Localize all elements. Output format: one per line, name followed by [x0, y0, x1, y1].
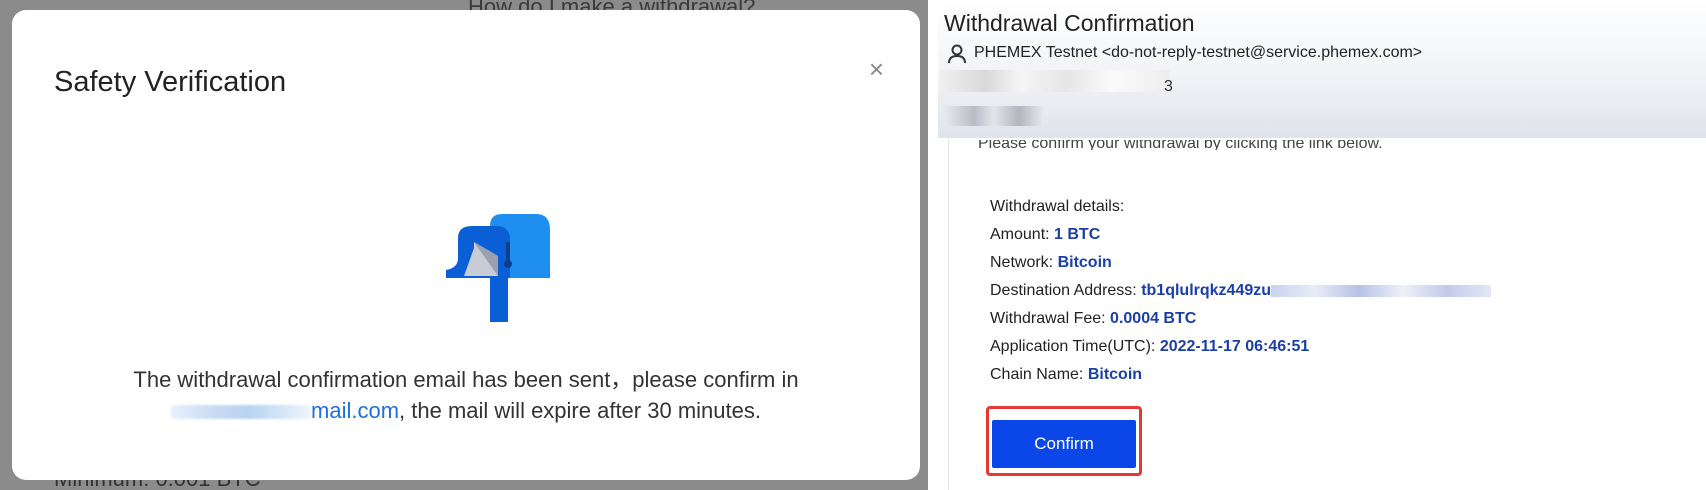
- modal-title: Safety Verification: [54, 66, 287, 98]
- safety-verification-modal: Safety Verification × The withdrawal con…: [12, 10, 920, 480]
- detail-application-time: Application Time(UTC): 2022-11-17 06:46:…: [990, 338, 1310, 355]
- confirm-button[interactable]: Confirm: [992, 420, 1136, 468]
- redacted-blur: [944, 106, 1044, 126]
- confirmation-message-line2: mail.com, the mail will expire after 30 …: [12, 398, 920, 424]
- detail-destination-address: Destination Address: tb1qlulrqkz449zu: [990, 282, 1492, 300]
- email-panel: Withdrawal Confirmation PHEMEX Testnet <…: [938, 0, 1706, 490]
- date-fragment: 3: [1164, 78, 1173, 95]
- email-intro: Please confirm your withdrawal by clicki…: [978, 140, 1383, 150]
- email-sender: PHEMEX Testnet <do-not-reply-testnet@ser…: [974, 44, 1423, 61]
- detail-chain-name: Chain Name: Bitcoin: [990, 366, 1143, 383]
- mailbox-icon: [446, 214, 550, 322]
- expiry-text: , the mail will expire after 30 minutes.: [399, 398, 761, 423]
- person-icon: [948, 44, 966, 64]
- redacted-email-blur: [171, 405, 312, 420]
- redacted-address-blur: [1271, 284, 1492, 297]
- detail-withdrawal-fee: Withdrawal Fee: 0.0004 BTC: [990, 310, 1197, 327]
- detail-network: Network: Bitcoin: [990, 254, 1112, 271]
- email-subject: Withdrawal Confirmation: [944, 10, 1195, 36]
- redacted-recipient-blur: [940, 70, 1170, 92]
- email-address: mail.com: [311, 398, 400, 423]
- confirmation-message-line1: The withdrawal confirmation email has be…: [133, 367, 799, 392]
- detail-amount: Amount: 1 BTC: [990, 226, 1101, 243]
- email-header: Withdrawal Confirmation PHEMEX Testnet <…: [938, 0, 1706, 138]
- website-panel: How do I make a withdrawal? Minimum: 0.0…: [0, 0, 928, 490]
- details-heading: Withdrawal details:: [990, 198, 1125, 215]
- close-icon[interactable]: ×: [869, 56, 884, 82]
